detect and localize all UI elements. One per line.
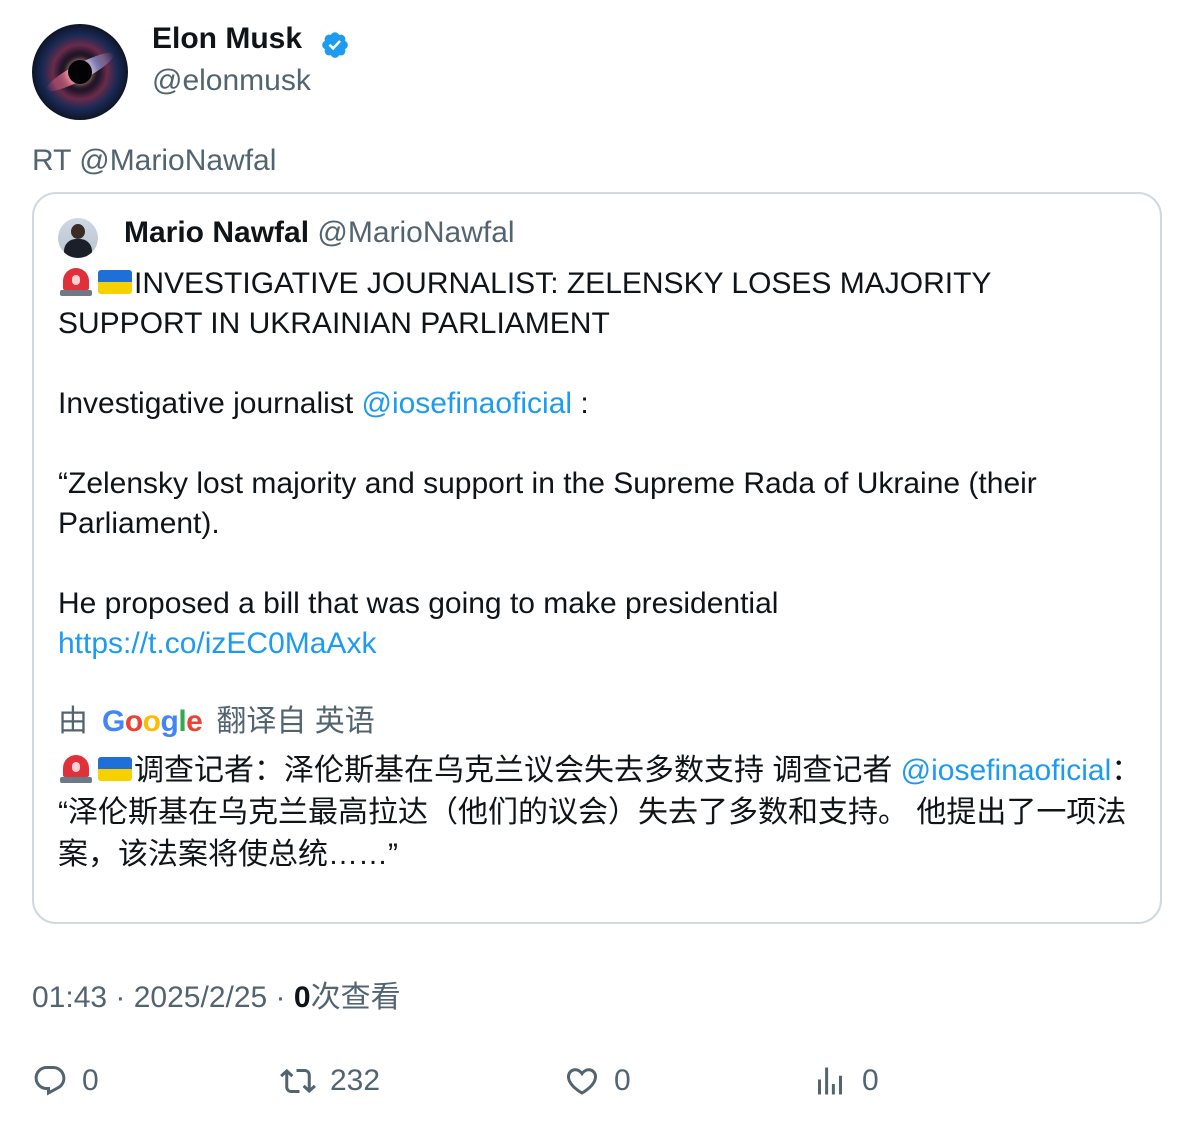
- verified-badge-icon: [322, 32, 348, 58]
- quoted-tweet-card[interactable]: Mario Nawfal @MarioNawfal INVESTIGATIVE …: [32, 192, 1162, 924]
- quoted-author-avatar[interactable]: [58, 218, 98, 258]
- paragraph-1-prefix: Investigative journalist: [58, 387, 362, 420]
- author-handle[interactable]: @elonmusk: [152, 64, 311, 98]
- quoted-author-display-name[interactable]: Mario Nawfal: [124, 216, 309, 249]
- translation-prefix: 由: [58, 705, 88, 738]
- siren-icon: [58, 267, 94, 297]
- translated-text-part1: 调查记者：泽伦斯基在乌克兰议会失去多数支持 调查记者: [134, 754, 901, 787]
- meta-separator: ·: [267, 981, 294, 1014]
- heart-icon: [566, 1068, 598, 1095]
- paragraph-2: “Zelensky lost majority and support in t…: [58, 467, 1037, 540]
- mention-link[interactable]: @iosefinaoficial: [362, 387, 573, 420]
- reply-icon: [34, 1066, 66, 1096]
- paragraph-1-suffix: :: [572, 387, 589, 420]
- translation-suffix: 翻译自 英语: [216, 705, 375, 738]
- tweet-page: Elon Musk @elonmusk RT @MarioNawfal Mari…: [0, 0, 1196, 1126]
- translated-text: 调查记者：泽伦斯基在乌克兰议会失去多数支持 调查记者 @iosefinaofic…: [58, 750, 1148, 876]
- retweet-line: RT @MarioNawfal: [32, 144, 277, 177]
- analytics-icon: [818, 1067, 842, 1095]
- views-label: 次查看: [310, 981, 401, 1014]
- author-display-name[interactable]: Elon Musk: [152, 22, 302, 56]
- siren-icon: [58, 754, 94, 784]
- ukraine-flag-icon: [96, 754, 132, 784]
- reply-button[interactable]: 0: [32, 1056, 99, 1106]
- translation-attribution: 由 Google 翻译自 英语: [58, 702, 375, 742]
- tweet-meta: 01:43 · 2025/2/25 · 0次查看: [32, 972, 401, 1016]
- like-count: 0: [614, 1064, 631, 1097]
- meta-separator: ·: [107, 981, 134, 1014]
- like-button[interactable]: 0: [564, 1056, 631, 1106]
- author-avatar[interactable]: [32, 24, 128, 120]
- ukraine-flag-icon: [96, 267, 132, 297]
- views-action-count: 0: [862, 1064, 879, 1097]
- reply-count: 0: [82, 1064, 99, 1097]
- retweet-count: 232: [330, 1064, 381, 1097]
- paragraph-1: Investigative journalist @iosefinaoficia…: [58, 384, 1138, 424]
- headline: INVESTIGATIVE JOURNALIST: ZELENSKY LOSES…: [58, 264, 1138, 344]
- headline-text: INVESTIGATIVE JOURNALIST: ZELENSKY LOSES…: [58, 267, 991, 340]
- tweet-date[interactable]: 2025/2/25: [134, 981, 267, 1014]
- retweet-icon: [280, 1068, 316, 1094]
- translated-mention-link[interactable]: @iosefinaoficial: [901, 754, 1112, 787]
- tweet-time[interactable]: 01:43: [32, 981, 107, 1014]
- tco-link[interactable]: https://t.co/izEC0MaAxk: [58, 627, 376, 660]
- retweet-button[interactable]: 232: [280, 1056, 380, 1106]
- views-button[interactable]: 0: [812, 1056, 879, 1106]
- quoted-author-handle[interactable]: @MarioNawfal: [317, 216, 514, 249]
- quoted-author-line[interactable]: Mario Nawfal @MarioNawfal: [124, 216, 515, 250]
- paragraph-3: He proposed a bill that was going to mak…: [58, 587, 779, 620]
- google-logo: Google: [102, 705, 203, 738]
- views-count: 0: [293, 981, 311, 1014]
- action-bar: 0 232 0 0: [0, 1056, 1196, 1106]
- quoted-tweet-text: INVESTIGATIVE JOURNALIST: ZELENSKY LOSES…: [58, 264, 1138, 664]
